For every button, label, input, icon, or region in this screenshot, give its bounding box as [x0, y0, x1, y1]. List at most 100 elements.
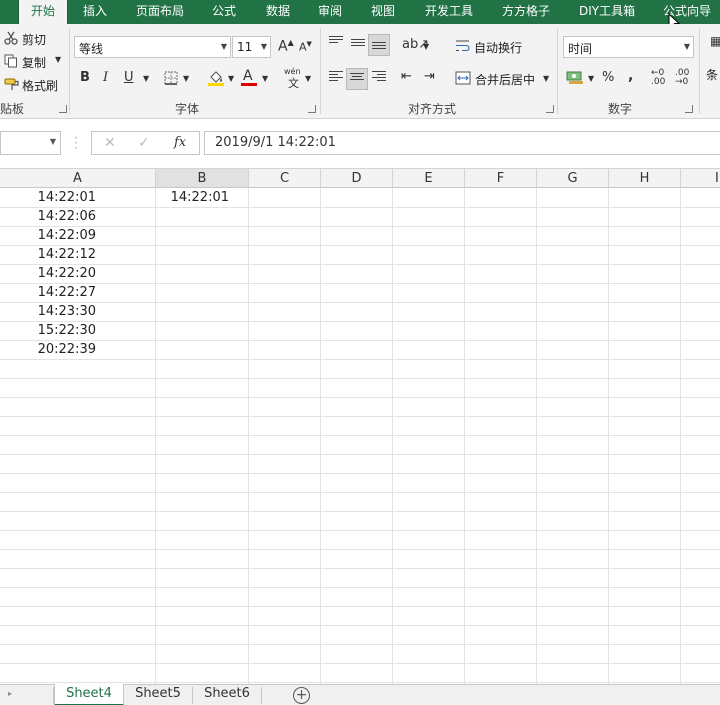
align-left-icon[interactable] — [329, 71, 343, 83]
font-size-select[interactable]: 11 ▼ — [232, 36, 271, 58]
cell-a5[interactable]: 14:22:20 — [0, 264, 96, 283]
gridline — [320, 188, 321, 684]
name-box[interactable]: ▼ — [0, 131, 61, 155]
decrease-indent-icon[interactable]: ⇤ — [401, 69, 412, 84]
gridline — [0, 587, 720, 588]
cut-button[interactable]: 剪切 — [22, 31, 46, 48]
add-sheet-icon[interactable]: + — [293, 687, 310, 704]
tab-view[interactable]: 视图 — [371, 0, 395, 24]
phonetic-dropdown-icon[interactable]: ▼ — [305, 74, 311, 83]
underline-dropdown-icon[interactable]: ▼ — [143, 74, 149, 83]
gridline — [0, 435, 720, 436]
chevron-down-icon: ▼ — [220, 42, 227, 51]
gridline — [248, 188, 249, 684]
column-header-i[interactable]: I — [681, 169, 720, 188]
sheet-tab-sheet5[interactable]: Sheet5 — [124, 684, 192, 705]
copy-dropdown-icon[interactable]: ▼ — [55, 55, 61, 64]
insert-function-button[interactable]: fx — [174, 135, 186, 150]
cell-a4[interactable]: 14:22:12 — [0, 245, 96, 264]
cell-a9[interactable]: 20:22:39 — [0, 340, 96, 359]
number-format-value: 时间 — [568, 42, 593, 56]
column-header-b[interactable]: B — [156, 169, 249, 188]
cell-a8[interactable]: 15:22:30 — [0, 321, 96, 340]
font-color-dropdown-icon[interactable]: ▼ — [262, 74, 268, 83]
borders-icon[interactable] — [164, 71, 178, 85]
column-header-e[interactable]: E — [393, 169, 465, 188]
format-painter-button[interactable]: 格式刷 — [22, 77, 58, 94]
cell-a6[interactable]: 14:22:27 — [0, 283, 96, 302]
accounting-format-icon[interactable] — [566, 70, 584, 86]
bold-button[interactable]: B — [80, 70, 90, 85]
decrease-font-size-icon[interactable]: A▼ — [299, 40, 312, 54]
tab-formulas[interactable]: 公式 — [212, 0, 236, 24]
accounting-dropdown-icon[interactable]: ▼ — [588, 74, 594, 83]
italic-button[interactable]: I — [103, 70, 108, 85]
clipboard-launcher-icon[interactable] — [59, 105, 67, 113]
wrap-text-button[interactable]: 自动换行 — [474, 39, 522, 56]
column-header-c[interactable]: C — [249, 169, 321, 188]
comma-style-button[interactable]: , — [628, 68, 633, 84]
align-middle-icon[interactable] — [351, 39, 365, 51]
align-top-icon[interactable] — [329, 36, 343, 48]
fill-color-icon[interactable] — [207, 69, 225, 87]
column-header-h[interactable]: H — [609, 169, 681, 188]
font-launcher-icon[interactable] — [308, 105, 316, 113]
align-right-icon[interactable] — [372, 71, 386, 83]
formula-input[interactable]: 2019/9/1 14:22:01 — [204, 131, 720, 155]
cell-a3[interactable]: 14:22:09 — [0, 226, 96, 245]
percent-button[interactable]: % — [602, 70, 614, 85]
cell-a1[interactable]: 14:22:01 — [0, 188, 96, 207]
gridline — [0, 245, 720, 246]
alignment-launcher-icon[interactable] — [546, 105, 554, 113]
conditional-format-icon[interactable]: ▦ — [710, 34, 720, 48]
column-header-d[interactable]: D — [321, 169, 393, 188]
column-header-g[interactable]: G — [537, 169, 609, 188]
tab-fangfang-gezi[interactable]: 方方格子 — [502, 0, 550, 24]
underline-button[interactable]: U — [124, 70, 134, 85]
gridline — [680, 188, 681, 684]
gridline — [0, 359, 720, 360]
conditional-format-button[interactable]: 条 — [706, 66, 718, 83]
tab-divider — [261, 687, 262, 704]
column-header-a[interactable]: A — [0, 169, 156, 188]
orientation-dropdown-icon[interactable]: ▼ — [423, 42, 429, 51]
chevron-down-icon[interactable]: ▼ — [50, 137, 56, 146]
confirm-entry-icon[interactable]: ✓ — [138, 135, 150, 151]
cell-b1[interactable]: 14:22:01 — [156, 188, 229, 207]
copy-button[interactable]: 复制 — [22, 54, 46, 71]
fill-color-dropdown-icon[interactable]: ▼ — [228, 74, 234, 83]
tab-developer[interactable]: 开发工具 — [425, 0, 473, 24]
ribbon-separator — [320, 28, 321, 114]
increase-decimal-icon[interactable]: ←0.00 — [651, 69, 665, 87]
borders-dropdown-icon[interactable]: ▼ — [183, 74, 189, 83]
tab-page-layout[interactable]: 页面布局 — [136, 0, 184, 24]
ribbon-separator — [699, 28, 700, 114]
sheet-tab-sheet4[interactable]: Sheet4 — [54, 684, 124, 705]
merge-dropdown-icon[interactable]: ▼ — [543, 74, 549, 83]
gridline — [464, 188, 465, 684]
merge-center-button[interactable]: 合并后居中 — [475, 71, 535, 88]
formula-bar-resize-handle[interactable]: · · · — [74, 132, 78, 154]
number-format-select[interactable]: 时间 ▼ — [563, 36, 694, 58]
formula-buttons: ✕ ✓ fx — [91, 131, 200, 155]
cancel-entry-icon[interactable]: ✕ — [104, 135, 116, 151]
clipboard-group-label: 贴板 — [0, 102, 25, 116]
tab-data[interactable]: 数据 — [266, 0, 290, 24]
tab-diy-toolbox[interactable]: DIY工具箱 — [579, 0, 635, 24]
gridline — [0, 549, 720, 550]
increase-font-size-icon[interactable]: A▲ — [278, 38, 294, 55]
number-launcher-icon[interactable] — [685, 105, 693, 113]
spreadsheet-grid[interactable]: A B C D E F G H I 14:22:01 14:22:06 14:2… — [0, 169, 720, 684]
tab-insert[interactable]: 插入 — [83, 0, 107, 24]
cell-a2[interactable]: 14:22:06 — [0, 207, 96, 226]
increase-indent-icon[interactable]: ⇥ — [424, 69, 435, 84]
column-header-f[interactable]: F — [465, 169, 537, 188]
tab-review[interactable]: 审阅 — [318, 0, 342, 24]
font-color-button[interactable]: A — [243, 68, 253, 84]
decrease-decimal-icon[interactable]: .00 →0 — [675, 69, 689, 87]
sheet-tab-sheet6[interactable]: Sheet6 — [193, 684, 261, 705]
font-name-select[interactable]: 等线 ▼ — [74, 36, 231, 58]
tab-home[interactable]: 开始 — [18, 0, 69, 24]
sheet-scroll-icon[interactable]: ▸ — [8, 689, 12, 698]
cell-a7[interactable]: 14:23:30 — [0, 302, 96, 321]
